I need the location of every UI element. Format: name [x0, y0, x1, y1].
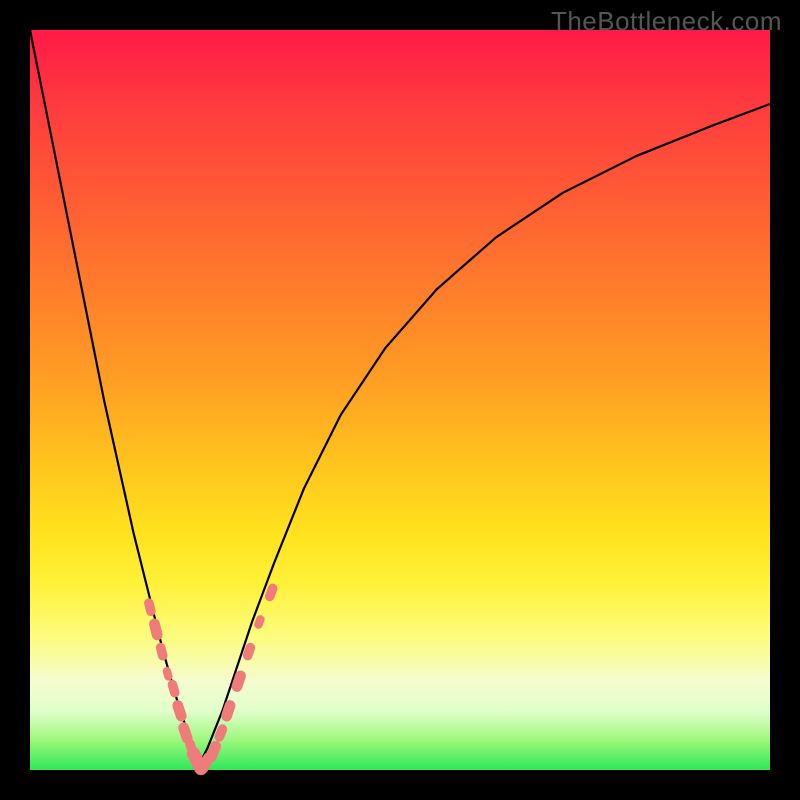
curve-marker — [155, 642, 169, 662]
curve-marker — [167, 679, 181, 699]
curve-marker — [148, 617, 164, 641]
curve-marker — [143, 597, 157, 617]
watermark-text: TheBottleneck.com — [551, 6, 782, 37]
chart-overlay — [30, 30, 770, 770]
curve-left-branch — [30, 30, 200, 763]
curve-marker — [171, 699, 188, 723]
curve-right-branch — [200, 104, 770, 763]
chart-frame: TheBottleneck.com — [0, 0, 800, 800]
curve-markers — [143, 582, 279, 777]
